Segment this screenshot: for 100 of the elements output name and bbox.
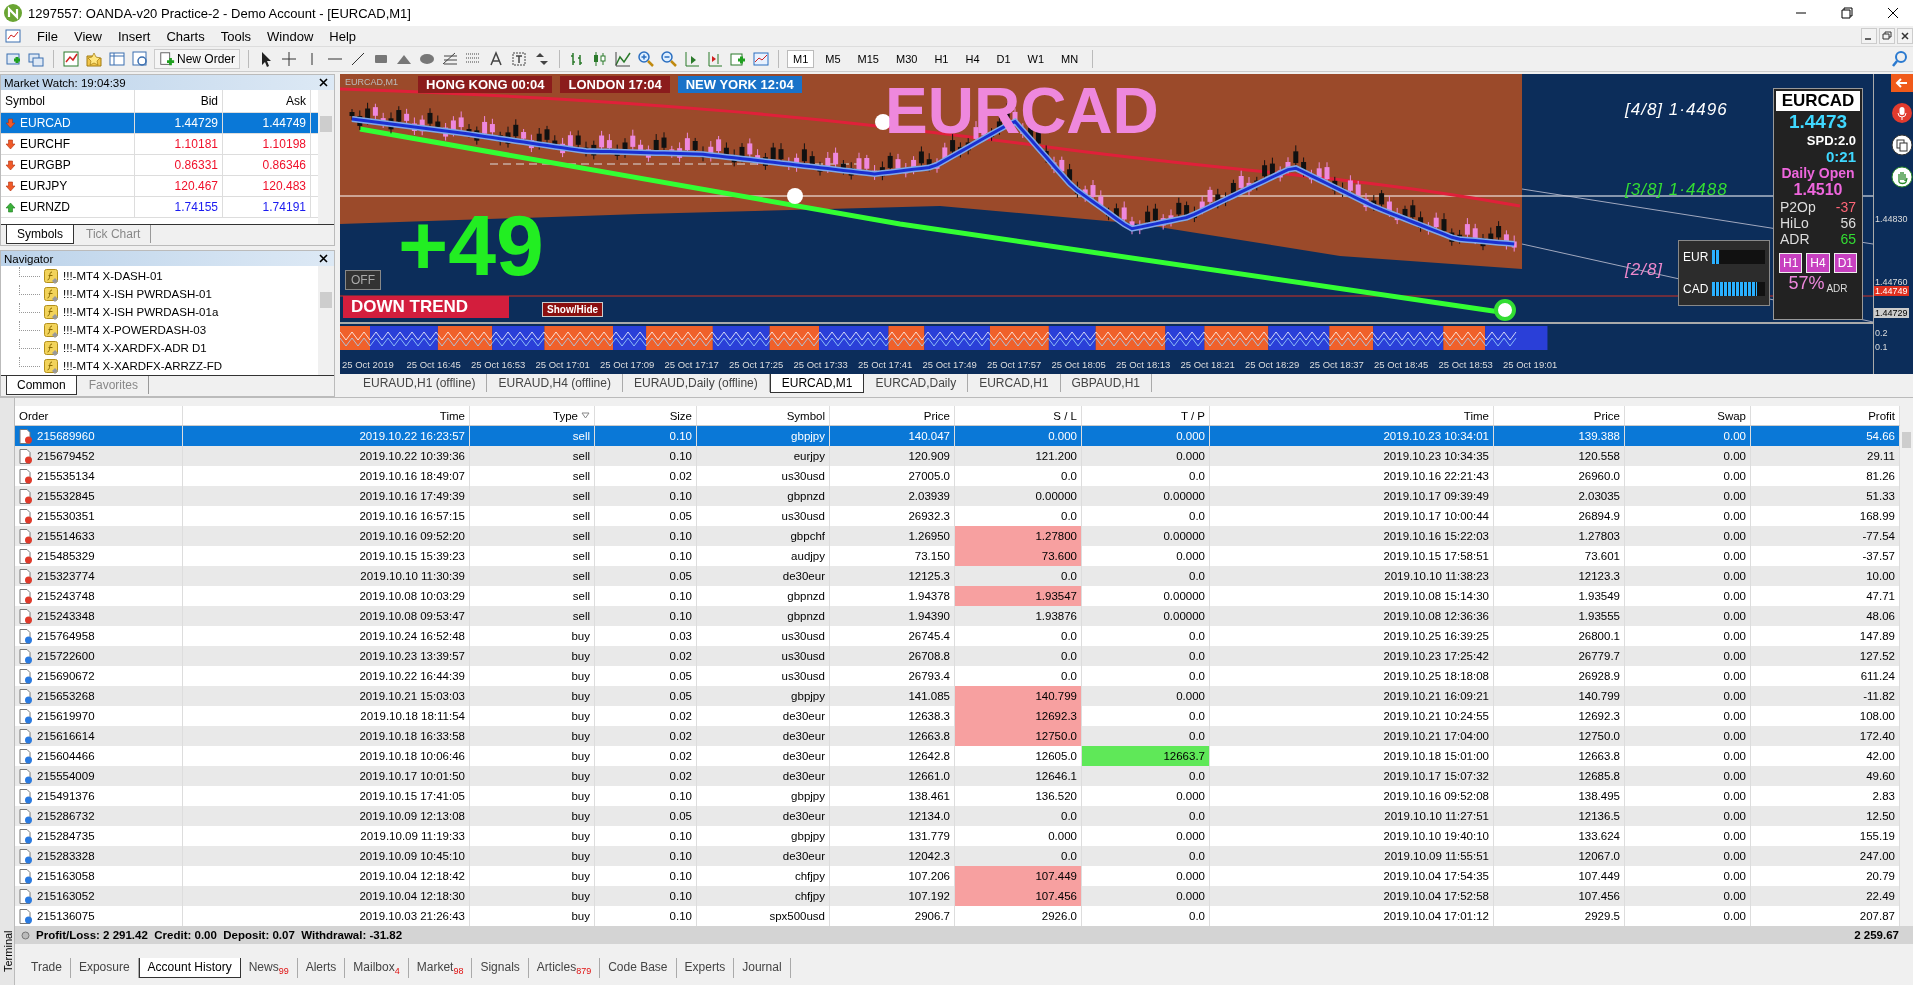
navigator-item[interactable]: !!!-MT4 X-XARDFX-ARRZZ-FD xyxy=(63,360,223,372)
autoscroll-icon[interactable] xyxy=(706,50,724,68)
terminal-tab[interactable]: Account History xyxy=(138,958,241,979)
crosshair-icon[interactable] xyxy=(280,50,298,68)
menu-item[interactable]: Window xyxy=(267,28,314,44)
order-row[interactable]: 215679452 2019.10.22 10:39:36 sell 0.10 eurjpy 120.909 121.200 0.000 2019.10.23 10:34:35 120.558 0.00 29.11 xyxy=(15,446,1900,466)
terminal-tab[interactable]: Mailbox$_{4}$ xyxy=(345,958,409,979)
indicators-icon[interactable] xyxy=(729,50,747,68)
column-header[interactable]: Swap xyxy=(1625,406,1751,425)
strategy-tester-icon[interactable] xyxy=(131,50,149,68)
terminal-tab[interactable]: Alerts xyxy=(297,958,346,979)
periods-icon[interactable] xyxy=(752,50,770,68)
column-header[interactable]: Price xyxy=(830,406,955,425)
order-row[interactable]: 215689960 2019.10.22 16:23:57 sell 0.10 gbpjpy 140.047 0.000 0.000 2019.10.23 10:34:01 139.388 0.00 54.66 xyxy=(15,426,1900,446)
timeframe-button[interactable]: H4 xyxy=(959,50,986,68)
navigator-item[interactable]: !!!-MT4 X-ISH PWRDASH-01 xyxy=(63,288,212,300)
terminal-tab[interactable]: Signals xyxy=(472,958,529,979)
symbol-row[interactable]: EURCAD 1.44729 1.44749 xyxy=(1,113,318,134)
timeframe-button[interactable]: M5 xyxy=(819,50,847,68)
chart-tab[interactable]: EURCAD,M1 xyxy=(769,374,865,393)
chart-tab[interactable]: EURCAD,Daily xyxy=(864,374,969,392)
navigator-icon[interactable] xyxy=(85,50,103,68)
new-chart-icon[interactable] xyxy=(4,50,22,68)
zoom-out-icon[interactable] xyxy=(660,50,678,68)
text-tool-icon[interactable] xyxy=(487,50,505,68)
chart-tab[interactable]: EURAUD,H4 (offline) xyxy=(487,374,623,392)
column-header[interactable]: Ask xyxy=(223,90,311,112)
search-icon[interactable] xyxy=(1891,50,1909,68)
microphone-icon[interactable] xyxy=(1891,102,1913,124)
close-icon[interactable] xyxy=(1887,7,1899,19)
line-chart-icon[interactable] xyxy=(614,50,632,68)
close-icon[interactable] xyxy=(319,254,328,263)
menu-item[interactable]: File xyxy=(37,28,58,44)
column-header[interactable]: Time xyxy=(183,406,470,425)
menu-item[interactable]: Help xyxy=(329,28,357,44)
symbol-row[interactable]: EURCHF 1.10181 1.10198 xyxy=(1,134,318,155)
scrollbar[interactable] xyxy=(1900,406,1913,926)
navigator-item[interactable]: !!!-MT4 X-ISH PWRDASH-01a xyxy=(63,306,219,318)
restore-icon[interactable] xyxy=(1841,7,1853,19)
column-header[interactable]: Time xyxy=(1210,406,1494,425)
scrollbar[interactable] xyxy=(318,266,334,375)
profiles-icon[interactable] xyxy=(27,50,45,68)
column-header[interactable]: S / L xyxy=(955,406,1082,425)
chart-tab[interactable]: GBPAUD,H1 xyxy=(1060,374,1152,392)
terminal-tab[interactable]: Exposure xyxy=(70,958,139,979)
scrollbar[interactable] xyxy=(318,90,334,224)
symbol-row[interactable]: EURNZD 1.74155 1.74191 xyxy=(1,197,318,218)
timeframe-button[interactable]: W1 xyxy=(1021,50,1051,68)
timeframe-button[interactable]: M30 xyxy=(890,50,924,68)
navigator-item[interactable]: !!!-MT4 X-POWERDASH-03 xyxy=(63,324,207,336)
market-watch-icon[interactable] xyxy=(62,50,80,68)
terminal-tab[interactable]: Experts xyxy=(676,958,735,979)
timeframe-button[interactable]: H1 xyxy=(928,50,955,68)
data-window-icon[interactable] xyxy=(108,50,126,68)
order-row[interactable]: 215554009 2019.10.17 10:01:50 buy 0.02 de30eur 12661.0 12646.1 0.0 2019.10.17 15:07:32 12685.8 0.00 49.60 xyxy=(15,766,1900,786)
terminal-tab[interactable]: News$_{99}$ xyxy=(240,958,298,979)
column-header[interactable]: Type xyxy=(470,406,595,425)
navigator-item[interactable]: !!!-MT4 X-XARDFX-ADR D1 xyxy=(63,342,207,354)
panel-tab[interactable]: Common xyxy=(6,376,77,395)
column-header[interactable]: Symbol xyxy=(1,90,135,112)
timeframe-button[interactable]: MN xyxy=(1055,50,1085,68)
copy-icon[interactable] xyxy=(1891,134,1913,156)
column-header[interactable]: Symbol xyxy=(697,406,830,425)
column-header[interactable]: Order xyxy=(15,406,183,425)
close-icon[interactable] xyxy=(319,78,328,87)
order-row[interactable]: 215323774 2019.10.10 11:30:39 sell 0.05 de30eur 12125.3 0.0 0.0 2019.10.10 11:38:23 12123.3 0.00 10.00 xyxy=(15,566,1900,586)
column-header[interactable]: T / P xyxy=(1082,406,1210,425)
terminal-tab[interactable]: Articles$_{879}$ xyxy=(528,958,601,979)
terminal-tab[interactable]: Market$_{98}$ xyxy=(408,958,473,979)
order-row[interactable]: 215616614 2019.10.18 16:33:58 buy 0.02 de30eur 12663.8 12750.0 0.0 2019.10.21 17:04:00 12750.0 0.00 172.40 xyxy=(15,726,1900,746)
terminal-tab[interactable]: Trade xyxy=(23,958,71,979)
label-tool-icon[interactable] xyxy=(510,50,528,68)
symbol-row[interactable]: EURGBP 0.86331 0.86346 xyxy=(1,155,318,176)
terminal-tab[interactable]: Journal xyxy=(734,958,791,979)
menu-item[interactable]: Tools xyxy=(220,28,252,44)
show-hide-button[interactable]: Show/Hide xyxy=(542,302,604,317)
order-row[interactable]: 215243348 2019.10.08 09:53:47 sell 0.10 gbpnzd 1.94390 1.93876 0.00000 2019.10.08 12:36:36 1.93555 0.00 48.06 xyxy=(15,606,1900,626)
order-row[interactable]: 215286732 2019.10.09 12:13:08 buy 0.05 de30eur 12134.0 0.0 0.0 2019.10.10 11:27:51 12136.5 0.00 12.50 xyxy=(15,806,1900,826)
column-header[interactable]: Size xyxy=(595,406,697,425)
order-row[interactable]: 215653268 2019.10.21 15:03:03 buy 0.05 gbpjpy 141.085 140.799 0.000 2019.10.21 16:09:21 140.799 0.00 -11.82 xyxy=(15,686,1900,706)
column-header[interactable]: Bid xyxy=(135,90,223,112)
zoom-in-icon[interactable] xyxy=(637,50,655,68)
menu-item[interactable]: Charts xyxy=(166,28,205,44)
candlestick-icon[interactable] xyxy=(591,50,609,68)
chart-tab[interactable]: EURAUD,Daily (offline) xyxy=(622,374,770,392)
order-row[interactable]: 215514633 2019.10.16 09:52:20 sell 0.10 gbpchf 1.26950 1.27800 0.00000 2019.10.16 15:22:03 1.27803 0.00 -77.54 xyxy=(15,526,1900,546)
order-row[interactable]: 215532845 2019.10.16 17:49:39 sell 0.10 gbpnzd 2.03939 0.00000 0.00000 2019.10.17 09:39:49 2.03035 0.00 51.33 xyxy=(15,486,1900,506)
trendline-icon[interactable] xyxy=(349,50,367,68)
symbol-row[interactable]: EURJPY 120.467 120.483 xyxy=(1,176,318,197)
fibonacci-icon[interactable] xyxy=(441,50,459,68)
navigator-item[interactable]: !!!-MT4 X-DASH-01 xyxy=(63,270,163,282)
order-row[interactable]: 215163052 2019.10.04 12:18:30 buy 0.10 chfjpy 107.192 107.456 0.000 2019.10.04 17:52:58 107.456 0.00 22.49 xyxy=(15,886,1900,906)
timeframe-button[interactable]: H1 xyxy=(1779,253,1803,273)
column-header[interactable]: Price xyxy=(1494,406,1625,425)
panel-tab[interactable]: Symbols xyxy=(6,225,74,244)
timeframe-button[interactable]: D1 xyxy=(1833,253,1857,273)
order-row[interactable]: 215722600 2019.10.23 13:39:57 buy 0.02 us30usd 26708.8 0.0 0.0 2019.10.23 17:25:42 26779.7 0.00 127.52 xyxy=(15,646,1900,666)
menu-item[interactable]: Insert xyxy=(117,28,151,44)
hand-icon[interactable] xyxy=(1891,166,1913,188)
timeframe-button[interactable]: M1 xyxy=(787,50,815,68)
